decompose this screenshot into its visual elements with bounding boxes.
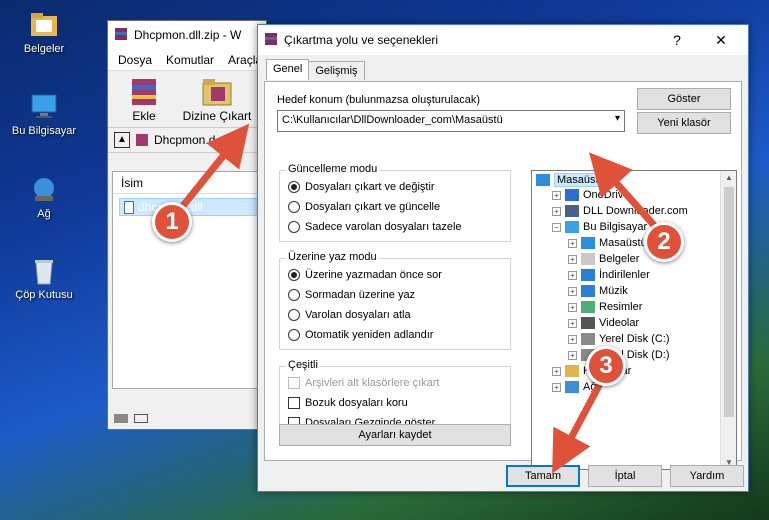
step-3-badge: 3 [586,346,626,386]
step-1-badge: 1 [152,202,192,242]
annotation-arrows [175,123,663,474]
arrow-step-3 [552,376,607,474]
step-2-badge: 2 [644,222,684,262]
arrow-step-2 [589,152,663,235]
arrow-step-1 [175,123,250,215]
